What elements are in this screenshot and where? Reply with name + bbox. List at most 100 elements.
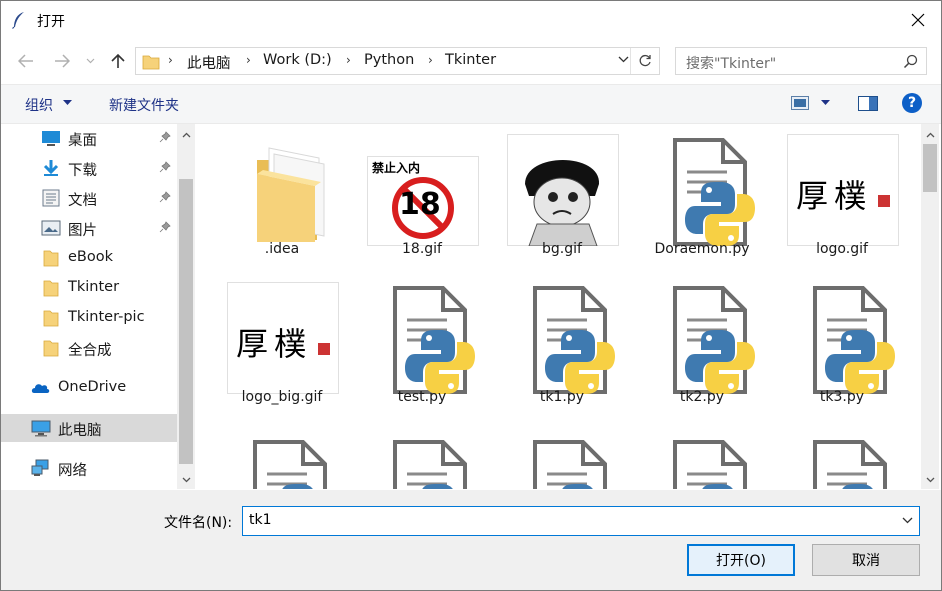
search-box[interactable]: 搜索"Tkinter" <box>675 47 927 75</box>
logo-thumbnail: 厚樸 <box>787 134 899 246</box>
chevron-down-icon[interactable] <box>902 517 913 524</box>
file-item[interactable] <box>772 426 902 489</box>
help-icon: ? <box>907 95 917 111</box>
python-file-icon <box>673 286 755 394</box>
back-button[interactable] <box>15 50 37 72</box>
file-name: tk3.py <box>819 389 865 405</box>
sidebar-item-pictures[interactable]: 图片 <box>1 214 177 242</box>
filename-label: 文件名(N): <box>164 515 233 531</box>
organize-button[interactable]: 组织 <box>25 95 53 115</box>
file-list: .idea 禁止入内 18 18.gif bg.gif Doraemon.py … <box>196 124 920 489</box>
file-item[interactable] <box>632 426 762 489</box>
desktop-icon <box>42 131 60 146</box>
file-item[interactable]: 禁止入内 18 18.gif <box>352 124 482 269</box>
forward-button[interactable] <box>51 50 73 72</box>
title-bar: 打开 <box>1 1 941 39</box>
breadcrumb-this-pc[interactable]: 此电脑 <box>187 52 231 73</box>
sidebar-item-this-pc[interactable]: 此电脑 <box>1 414 177 442</box>
sidebar-item-quanhecheng[interactable]: 全合成 <box>1 334 177 362</box>
close-button[interactable] <box>895 1 941 39</box>
breadcrumb-python[interactable]: Python <box>364 52 414 68</box>
file-item[interactable]: test.py <box>352 272 482 417</box>
folder-icon <box>257 147 325 242</box>
python-file-icon <box>673 440 747 489</box>
scroll-thumb[interactable] <box>923 144 937 192</box>
sidebar-item-downloads[interactable]: 下载 <box>1 154 177 182</box>
sidebar-item-label: OneDrive <box>58 379 127 395</box>
scroll-up-button[interactable] <box>177 126 195 144</box>
navigation-pane: 桌面 下载 文档 图片 eBook Tkinter Tkinter-pic 全合… <box>1 124 177 489</box>
logo-thumbnail: 厚樸 <box>227 282 339 394</box>
caret-down-icon[interactable] <box>63 100 72 106</box>
sidebar-item-tkinter[interactable]: Tkinter <box>1 274 177 302</box>
file-item[interactable]: tk3.py <box>772 272 902 417</box>
arrow-right-icon <box>55 54 70 68</box>
python-file-icon <box>813 286 895 394</box>
refresh-icon <box>639 54 651 67</box>
sidebar-item-label: Tkinter <box>68 279 120 295</box>
sidebar-item-label: eBook <box>68 249 114 265</box>
file-item[interactable] <box>492 426 622 489</box>
breadcrumb-separator: › <box>346 53 351 67</box>
folder-icon <box>43 340 59 357</box>
filename-value: tk1 <box>249 512 272 528</box>
navigation-scrollbar[interactable] <box>177 124 195 489</box>
python-file-icon <box>533 286 615 394</box>
up-button[interactable] <box>107 50 129 72</box>
close-icon <box>911 13 925 27</box>
new-folder-button[interactable]: 新建文件夹 <box>109 95 179 115</box>
chevron-up-icon <box>926 132 934 138</box>
chevron-down-icon[interactable] <box>618 56 629 63</box>
sidebar-item-onedrive[interactable]: OneDrive <box>1 374 177 402</box>
sidebar-item-desktop[interactable]: 桌面 <box>1 124 177 152</box>
view-mode-icon[interactable] <box>791 96 809 110</box>
file-item[interactable]: 厚樸 logo.gif <box>772 124 902 269</box>
sidebar-item-documents[interactable]: 文档 <box>1 184 177 212</box>
python-file-icon <box>673 138 755 246</box>
this-pc-icon <box>31 420 51 437</box>
file-item[interactable]: .idea <box>212 124 342 269</box>
network-icon <box>31 459 49 476</box>
breadcrumb-tkinter[interactable]: Tkinter <box>445 52 496 68</box>
recent-locations-button[interactable] <box>83 50 97 72</box>
cancel-button[interactable]: 取消 <box>812 544 920 576</box>
sidebar-item-ebook[interactable]: eBook <box>1 244 177 272</box>
file-item[interactable] <box>352 426 482 489</box>
folder-icon <box>142 55 160 70</box>
sidebar-item-label: 此电脑 <box>58 423 102 439</box>
onedrive-icon <box>31 384 50 393</box>
scroll-down-button[interactable] <box>177 471 195 489</box>
file-item[interactable]: bg.gif <box>492 124 622 269</box>
open-button[interactable]: 打开(O) <box>687 544 795 576</box>
chevron-down-icon <box>182 477 190 483</box>
scroll-up-button[interactable] <box>921 126 939 144</box>
scroll-down-button[interactable] <box>921 471 939 489</box>
file-name: .idea <box>264 241 300 257</box>
window-title: 打开 <box>37 14 65 30</box>
sidebar-item-label: 文档 <box>68 193 97 209</box>
file-item[interactable]: Doraemon.py <box>632 124 762 269</box>
file-item[interactable]: 厚樸 logo_big.gif <box>212 272 342 417</box>
caret-down-icon[interactable] <box>821 100 830 106</box>
help-button[interactable]: ? <box>902 93 922 113</box>
thumbnail-caption: 禁止入内 <box>372 161 421 175</box>
refresh-button[interactable] <box>630 48 659 74</box>
preview-pane-icon[interactable] <box>858 96 878 111</box>
breadcrumb-work-drive[interactable]: Work (D:) <box>263 52 332 68</box>
sidebar-item-tkinter-pic[interactable]: Tkinter-pic <box>1 304 177 332</box>
file-item[interactable]: tk2.py <box>632 272 762 417</box>
sidebar-item-network[interactable]: 网络 <box>1 454 177 482</box>
download-icon <box>43 160 59 176</box>
seal-stamp <box>318 343 330 355</box>
scroll-thumb[interactable] <box>179 179 193 464</box>
breadcrumb-separator: › <box>428 53 433 67</box>
address-bar[interactable]: › 此电脑 › Work (D:) › Python › Tkinter <box>135 47 660 75</box>
file-list-scrollbar[interactable] <box>921 124 939 489</box>
python-file-icon <box>393 440 467 489</box>
filename-input[interactable]: tk1 <box>242 506 920 536</box>
python-file-icon <box>253 440 327 489</box>
python-file-icon <box>393 286 475 394</box>
feather-icon <box>12 12 24 29</box>
file-item[interactable]: tk1.py <box>492 272 622 417</box>
file-item[interactable] <box>212 426 342 489</box>
